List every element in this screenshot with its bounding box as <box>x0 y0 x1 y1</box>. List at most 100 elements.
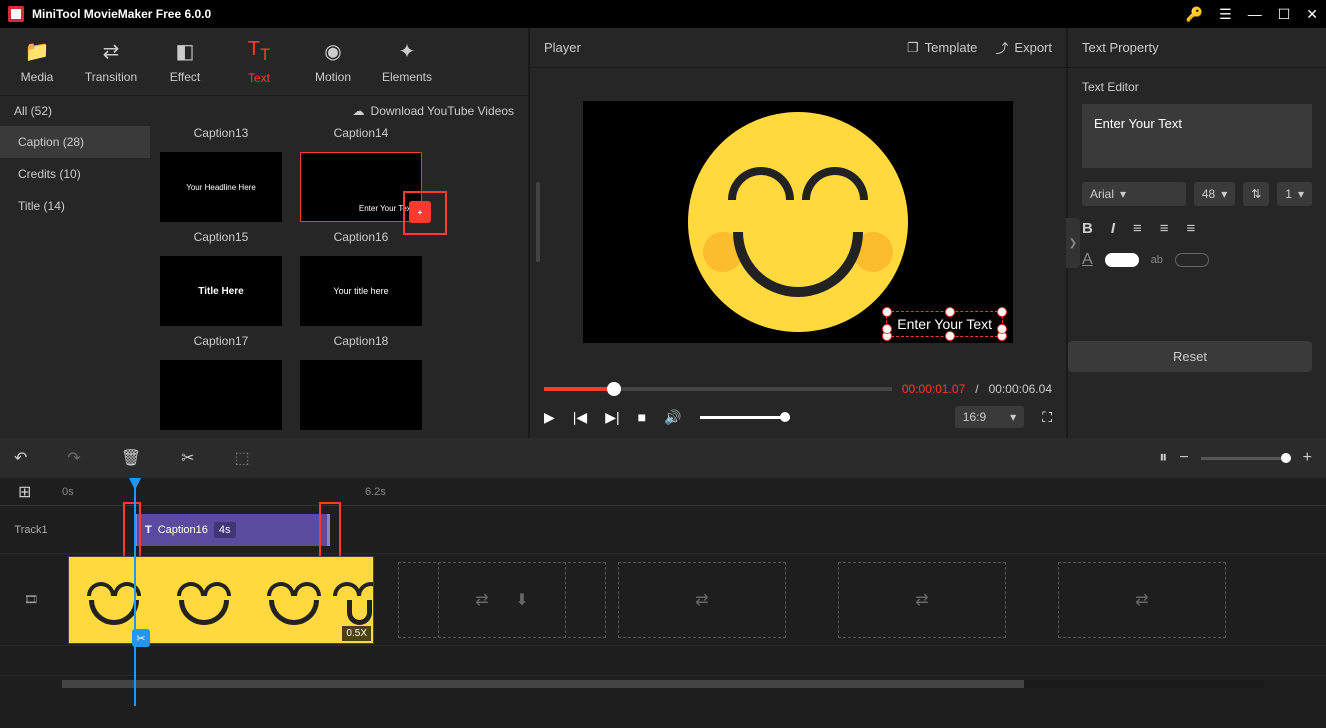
chevron-down-icon: ▾ <box>1298 187 1304 201</box>
font-size-select[interactable]: 48▾ <box>1194 182 1235 206</box>
tab-effect[interactable]: ◧Effect <box>148 39 222 84</box>
thumb-caption19[interactable] <box>160 360 282 430</box>
empty-slot[interactable]: ⇄ <box>618 562 786 638</box>
time-total: 00:00:06.04 <box>989 382 1052 396</box>
video-track-icon: 🎞 <box>24 594 38 606</box>
crop-button[interactable]: ⬚ <box>235 448 250 468</box>
thumb-caption13[interactable]: Caption13 <box>160 126 282 140</box>
align-center-button[interactable]: ≡ <box>1160 220 1169 237</box>
caption-thumbnails: Caption13 Caption14 Your Headline HereCa… <box>150 126 528 438</box>
playhead[interactable] <box>134 486 136 706</box>
thumb-caption18[interactable]: Your title hereCaption18 <box>300 256 422 348</box>
empty-slot[interactable]: ⬇ <box>438 562 606 638</box>
reset-button[interactable]: Reset <box>1068 341 1312 372</box>
timeline-ruler[interactable]: ⊞ 0s 6.2s <box>0 478 1326 506</box>
zoom-slider[interactable] <box>1201 457 1291 460</box>
tool-tabs: 📁Media ⇄Transition ◧Effect TTText ◉Motio… <box>0 28 528 96</box>
split-button[interactable]: ✂ <box>181 448 194 468</box>
license-key-icon[interactable]: 🔑 <box>1186 6 1203 23</box>
progress-bar[interactable] <box>544 387 892 391</box>
thumb-caption15[interactable]: Your Headline HereCaption15 <box>160 152 282 244</box>
align-left-button[interactable]: ≡ <box>1133 220 1142 237</box>
aspect-ratio-select[interactable]: 16:9▾ <box>955 406 1024 428</box>
line-spacing-icon[interactable]: ⇅ <box>1243 182 1269 206</box>
zoom-in-button[interactable]: + <box>1303 449 1312 467</box>
text-track: Track1 T Caption16 4s <box>0 506 1326 554</box>
transition-slot-icon: ⇄ <box>695 590 708 610</box>
player-stage[interactable]: Enter Your Text <box>530 68 1066 376</box>
clip-handle-left-highlight <box>123 502 141 558</box>
speed-badge: 0.5X <box>342 626 371 641</box>
download-youtube-link[interactable]: ☁Download YouTube Videos <box>353 104 514 118</box>
add-track-button[interactable]: ⊞ <box>18 482 31 502</box>
next-frame-button[interactable]: ▶| <box>605 409 619 426</box>
text-overlay[interactable]: Enter Your Text <box>886 311 1003 337</box>
menu-icon[interactable]: ☰ <box>1219 6 1232 23</box>
play-button[interactable]: ▶ <box>544 409 555 426</box>
tab-text[interactable]: TTText <box>222 38 296 85</box>
volume-slider[interactable] <box>700 416 790 419</box>
motion-icon: ◉ <box>324 39 341 64</box>
caption-clip[interactable]: T Caption16 4s <box>134 514 330 546</box>
text-property-panel: ❯ Text Property Text Editor Enter Your T… <box>1068 28 1326 438</box>
italic-button[interactable]: I <box>1111 220 1115 237</box>
redo-button[interactable]: ↷ <box>67 448 80 468</box>
highlight-color-swatch[interactable] <box>1175 253 1209 267</box>
thumb-caption14[interactable]: Caption14 <box>300 126 422 140</box>
undo-button[interactable]: ↶ <box>14 448 27 468</box>
category-credits[interactable]: Credits (10) <box>0 158 150 190</box>
minimize-icon[interactable]: — <box>1248 6 1262 22</box>
timeline-scrollbar[interactable] <box>62 680 1264 688</box>
cloud-download-icon: ☁ <box>353 104 365 118</box>
tab-transition[interactable]: ⇄Transition <box>74 39 148 84</box>
volume-icon[interactable]: 🔊 <box>664 409 681 426</box>
delete-button[interactable]: 🗑 <box>121 448 141 468</box>
prev-frame-button[interactable]: |◀ <box>573 409 587 426</box>
thumb-caption17[interactable]: Title HereCaption17 <box>160 256 282 348</box>
clip-handle-right-highlight <box>319 502 341 558</box>
add-caption-button[interactable]: + <box>409 201 431 223</box>
time-current: 00:00:01.07 <box>902 382 965 396</box>
text-color-swatch[interactable] <box>1105 253 1139 267</box>
player-title: Player <box>544 40 581 55</box>
template-button[interactable]: ❐Template <box>907 38 977 57</box>
export-button[interactable]: ⤴Export <box>995 38 1052 57</box>
speed-icon[interactable]: ⏸ <box>1159 449 1167 467</box>
layers-icon: ❐ <box>907 40 919 56</box>
tab-media[interactable]: 📁Media <box>0 39 74 84</box>
split-indicator-icon[interactable]: ✂ <box>132 629 150 647</box>
thumb-caption20[interactable] <box>300 360 422 430</box>
drop-icon: ⬇ <box>515 590 528 610</box>
line-height-select[interactable]: 1▾ <box>1277 182 1312 206</box>
tab-motion[interactable]: ◉Motion <box>296 39 370 84</box>
category-caption[interactable]: Caption (28) <box>0 126 150 158</box>
text-input[interactable]: Enter Your Text <box>1082 104 1312 168</box>
text-color-icon: A <box>1082 251 1093 269</box>
highlight-icon: ab <box>1151 254 1163 266</box>
video-clip[interactable]: 0.5X <box>68 556 374 644</box>
player-panel: Player ❐Template ⤴Export Enter Your Text <box>530 28 1068 438</box>
bold-button[interactable]: B <box>1082 220 1093 237</box>
category-all[interactable]: All (52) <box>14 104 52 118</box>
thumb-caption16[interactable]: Enter Your Text + Caption16 <box>300 152 422 244</box>
empty-slot[interactable]: ⇄ <box>838 562 1006 638</box>
font-family-select[interactable]: Arial▾ <box>1082 182 1186 206</box>
folder-icon: 📁 <box>25 39 50 64</box>
player-scrollbar[interactable] <box>536 182 540 262</box>
zoom-out-button[interactable]: − <box>1179 449 1188 467</box>
panel-collapse-toggle[interactable]: ❯ <box>1066 218 1080 268</box>
fullscreen-button[interactable]: ⛶ <box>1042 409 1052 426</box>
upload-icon: ⤴ <box>995 38 1008 57</box>
audio-track <box>0 646 1326 676</box>
category-title[interactable]: Title (14) <box>0 190 150 222</box>
text-editor-label: Text Editor <box>1082 80 1312 94</box>
close-icon[interactable]: ✕ <box>1306 6 1318 23</box>
tab-elements[interactable]: ✦Elements <box>370 39 444 84</box>
titlebar: MiniTool MovieMaker Free 6.0.0 🔑 ☰ — ☐ ✕ <box>0 0 1326 28</box>
stop-button[interactable]: ■ <box>638 409 646 425</box>
text-categories: Caption (28) Credits (10) Title (14) <box>0 126 150 438</box>
align-right-button[interactable]: ≡ <box>1187 220 1196 237</box>
empty-slot[interactable]: ⇄ <box>1058 562 1226 638</box>
maximize-icon[interactable]: ☐ <box>1278 6 1291 23</box>
progress-thumb[interactable] <box>607 382 621 396</box>
